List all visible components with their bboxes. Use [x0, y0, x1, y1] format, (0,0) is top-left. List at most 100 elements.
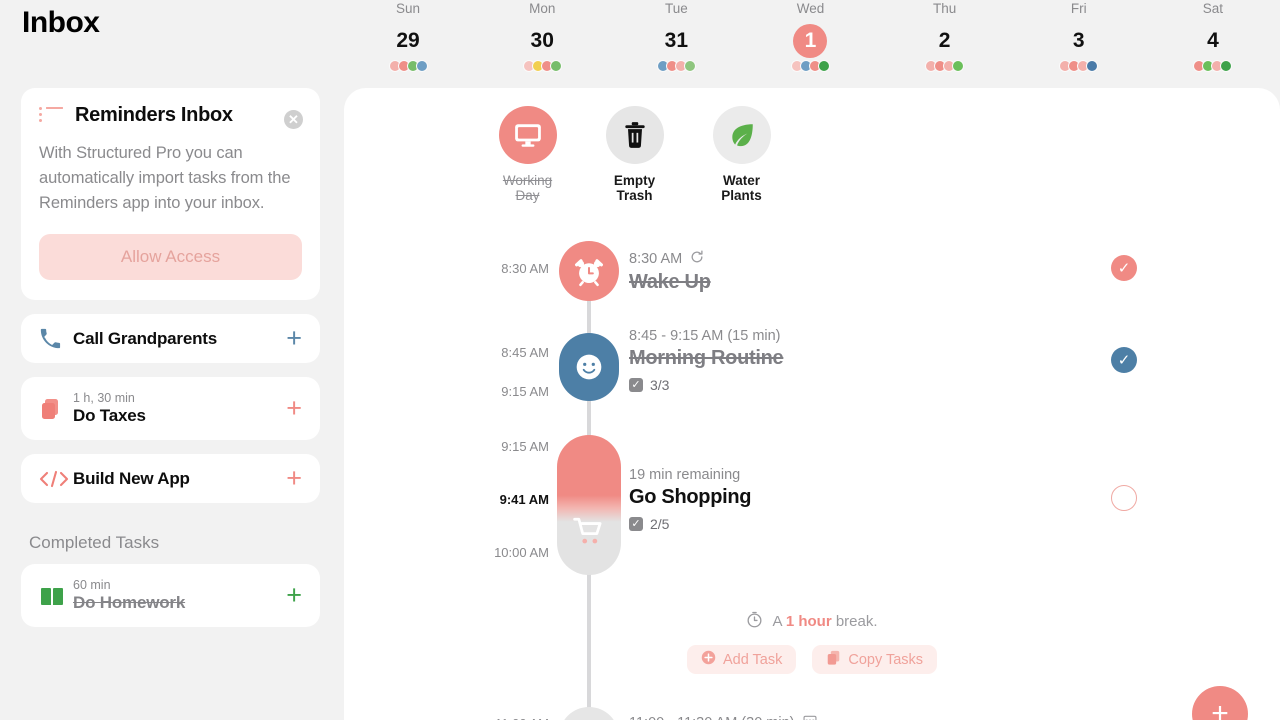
day-name: Wed	[796, 1, 825, 16]
add-button-fab[interactable]: +	[1192, 686, 1248, 720]
habit-working-day[interactable]: Working Day	[491, 106, 564, 203]
event-title: Morning Routine	[629, 347, 784, 369]
day-dots	[878, 60, 1012, 72]
timeline-event-morning-routine[interactable]: 8:45 AM 9:15 AM 8:45 - 9:15 AM (15 min) …	[344, 328, 1280, 443]
event-time-labels: 9:15 AM 9:41 AM 10:00 AM	[344, 439, 549, 560]
week-strip: Sun 29 Mon 30 Tue 31 Wed 1 Thu 2 Fri 3 S…	[341, 0, 1280, 88]
day-dots	[609, 60, 743, 72]
day-column-sat[interactable]: Sat 4	[1146, 0, 1280, 88]
add-task-label: Add Task	[722, 651, 783, 668]
task-name: Build New App	[73, 468, 190, 488]
event-meta: 8:45 - 9:15 AM (15 min)	[629, 328, 783, 344]
day-dots	[743, 60, 877, 72]
subtask-count: 3/3	[650, 377, 670, 393]
promo-title: Reminders Inbox	[75, 104, 233, 126]
day-column-wed[interactable]: Wed 1	[743, 0, 877, 88]
day-dots	[341, 60, 475, 72]
list-item[interactable]: Call Grandparents +	[21, 314, 320, 363]
time-label: 10:00 AM	[494, 545, 549, 560]
status-badge[interactable]	[1111, 485, 1137, 511]
partial-task-icon	[559, 707, 619, 720]
phone-icon	[39, 328, 73, 350]
status-badge[interactable]: ✓	[1111, 347, 1137, 373]
list-item[interactable]: 1 h, 30 min Do Taxes +	[21, 377, 320, 440]
day-column-tue[interactable]: Tue 31	[609, 0, 743, 88]
day-column-fri[interactable]: Fri 3	[1012, 0, 1146, 88]
list-item[interactable]: 60 min Do Homework +	[21, 564, 320, 627]
checkbox-icon: ✓	[629, 378, 643, 392]
day-dots	[1146, 60, 1280, 72]
documents-icon	[39, 397, 73, 421]
habit-label: Empty Trash	[613, 173, 656, 203]
habit-label: Working Day	[502, 173, 553, 203]
event-time-range: 11:00 - 11:30 AM (30 min)	[629, 715, 795, 720]
copy-icon	[826, 650, 841, 670]
time-label-now: 9:41 AM	[499, 492, 549, 507]
day-name: Tue	[664, 1, 688, 16]
smiley-icon	[559, 333, 619, 401]
allow-access-button[interactable]: Allow Access	[39, 234, 302, 280]
copy-tasks-label: Copy Tasks	[848, 651, 924, 668]
list-item[interactable]: Build New App +	[21, 454, 320, 503]
list-item-text: Build New App	[73, 469, 278, 489]
event-time-labels: 8:45 AM 9:15 AM	[344, 345, 549, 399]
plus-icon: +	[1211, 697, 1229, 720]
task-name: Call Grandparents	[73, 328, 217, 348]
day-name: Sun	[396, 1, 421, 16]
day-number: 29	[396, 29, 420, 52]
alarm-clock-icon	[559, 241, 619, 301]
day-dots	[475, 60, 609, 72]
break-actions: Add Task Copy Tasks	[344, 645, 1280, 674]
app-root: Inbox Reminders Inbox ✕ With Structured …	[0, 0, 1280, 720]
event-time-labels: 11:00 AM	[344, 716, 549, 720]
completed-tasks-label: Completed Tasks	[29, 533, 160, 552]
subtask-progress: ✓ 3/3	[629, 377, 783, 393]
break-duration: 1 hour	[785, 613, 832, 630]
leaf-icon	[712, 106, 771, 164]
day-dots	[1012, 60, 1146, 72]
event-meta: 11:00 - 11:30 AM (30 min)	[629, 714, 817, 720]
time-label: 9:15 AM	[501, 384, 549, 399]
day-column-mon[interactable]: Mon 30	[475, 0, 609, 88]
event-title: Wake Up	[629, 271, 711, 293]
add-task-button[interactable]: +	[278, 582, 302, 609]
status-badge[interactable]: ✓	[1111, 255, 1137, 281]
close-icon[interactable]: ✕	[284, 110, 303, 129]
add-task-button[interactable]: Add Task	[686, 645, 797, 674]
list-item-text: 60 min Do Homework	[73, 578, 278, 613]
day-column-thu[interactable]: Thu 2	[878, 0, 1012, 88]
monitor-icon	[498, 106, 557, 164]
break-sentence: A 1 hour break.	[772, 613, 877, 630]
copy-tasks-button[interactable]: Copy Tasks	[812, 645, 938, 674]
add-task-button[interactable]: +	[278, 395, 302, 422]
reminders-inbox-promo-card: Reminders Inbox ✕ With Structured Pro yo…	[21, 88, 320, 300]
time-label: 11:00 AM	[344, 716, 549, 720]
habit-water-plants[interactable]: Water Plants	[705, 106, 778, 203]
add-task-button[interactable]: +	[278, 465, 302, 492]
day-number: 2	[938, 29, 951, 52]
checkbox-icon: ✓	[629, 517, 643, 531]
day-column-sun[interactable]: Sun 29	[341, 0, 475, 88]
add-task-button[interactable]: +	[278, 325, 302, 352]
event-time-range: 8:30 AM	[629, 251, 683, 267]
repeat-icon	[690, 250, 704, 268]
day-panel: Working Day Empty Trash Water Plants 8:3…	[344, 88, 1280, 720]
event-meta: 19 min remaining	[629, 467, 751, 483]
habit-empty-trash[interactable]: Empty Trash	[598, 106, 671, 203]
book-icon	[39, 586, 73, 606]
event-time-labels: 8:30 AM	[344, 261, 549, 276]
timeline-event-wake-up[interactable]: 8:30 AM 8:30 AM Wake Up ✓	[344, 237, 1280, 325]
event-meta: 8:30 AM	[629, 250, 711, 268]
list-item-text: Call Grandparents	[73, 329, 278, 349]
day-name: Thu	[933, 1, 957, 16]
timeline-event-partial[interactable]: 11:00 AM 11:00 - 11:30 AM (30 min)	[344, 707, 1280, 720]
event-body: 11:00 - 11:30 AM (30 min)	[629, 714, 817, 720]
event-body: 19 min remaining Go Shopping ✓ 2/5	[629, 467, 752, 532]
trash-icon	[605, 106, 664, 164]
timeline-event-go-shopping[interactable]: 9:15 AM 9:41 AM 10:00 AM 19 min remainin…	[344, 435, 1280, 599]
habit-row: Working Day Empty Trash Water Plants	[344, 88, 1280, 203]
event-remaining: 19 min remaining	[629, 467, 741, 483]
promo-description: With Structured Pro you can automaticall…	[39, 144, 291, 212]
promo-header: Reminders Inbox	[39, 104, 302, 127]
break-suffix: break.	[831, 613, 878, 630]
